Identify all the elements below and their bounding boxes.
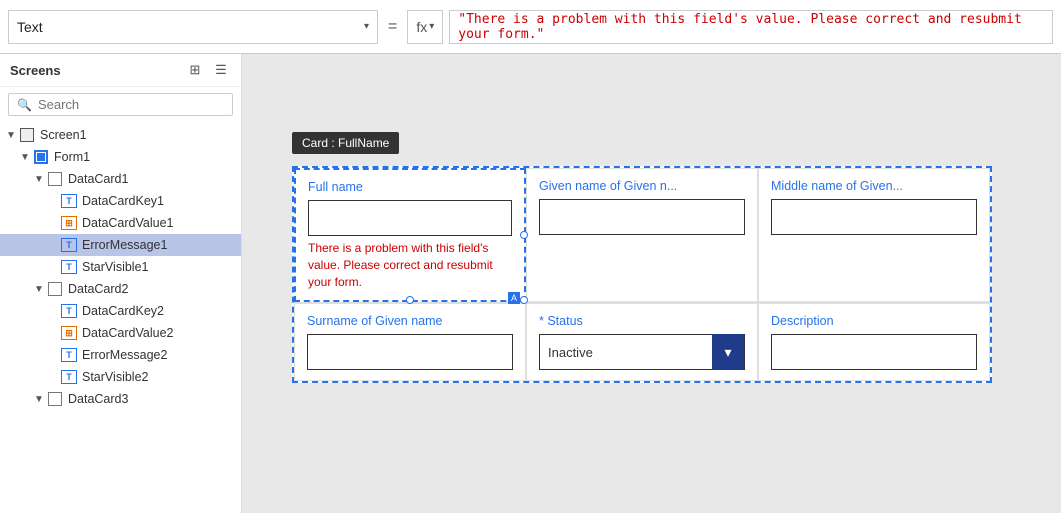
sidebar-header-icons: ⊞ ☰ [185,62,231,78]
tree-item-datacard2[interactable]: ▼ DataCard2 [0,278,241,300]
tree-label-starvisible2: StarVisible2 [82,370,148,384]
card-tooltip: Card : FullName [292,132,399,154]
fx-label: fx [416,19,427,35]
datacard2-icon [46,281,64,297]
tree-item-datacardkey1[interactable]: T DataCardKey1 [0,190,241,212]
sidebar-title: Screens [10,63,61,78]
label-surname: Surname of Given name [307,314,513,328]
sidebar-header: Screens ⊞ ☰ [0,54,241,87]
expand-form1[interactable]: ▼ [18,152,32,163]
form-cell-surname[interactable]: Surname of Given name [294,303,526,381]
tree-item-datacardvalue2[interactable]: ⊞ DataCardValue2 [0,322,241,344]
form-cell-description[interactable]: Description [758,303,990,381]
dcvalue-icon: ⊞ [60,215,78,231]
tree-item-form1[interactable]: ▼ Form1 [0,146,241,168]
expand-starvisible1 [46,262,60,273]
tree-label-errormessage1: ErrorMessage1 [82,238,167,252]
input-description[interactable] [771,334,977,370]
tree-item-starvisible2[interactable]: T StarVisible2 [0,366,241,388]
tree-item-datacardvalue1[interactable]: ⊞ DataCardValue1 [0,212,241,234]
dcvalue2-icon: ⊞ [60,325,78,341]
text-icon: T [60,193,78,209]
tree-label-screen1: Screen1 [40,128,87,142]
status-select[interactable]: Inactive ▾ [539,334,745,370]
label-givenname: Given name of Given n... [539,179,745,193]
tree-label-datacardkey1: DataCardKey1 [82,194,164,208]
expand-starvisible2 [46,372,60,383]
expand-datacardvalue2 [46,328,60,339]
input-middlename[interactable] [771,199,977,235]
tree-item-datacard1[interactable]: ▼ DataCard1 [0,168,241,190]
expand-datacardkey2 [46,306,60,317]
expand-datacard2[interactable]: ▼ [32,284,46,295]
datacard-icon [46,171,64,187]
chevron-down-icon: ▾ [364,21,369,32]
tree-item-datacardkey2[interactable]: T DataCardKey2 [0,300,241,322]
grid-view-icon[interactable]: ⊞ [185,62,205,78]
expand-datacardkey1 [46,196,60,207]
toolbar: Text ▾ = fx ▾ "There is a problem with t… [0,0,1061,54]
tree-label-datacardvalue1: DataCardValue1 [82,216,174,230]
form-cell-status[interactable]: * Status Inactive ▾ [526,303,758,381]
list-view-icon[interactable]: ☰ [211,62,231,78]
sidebar: Screens ⊞ ☰ 🔍 ▼ Screen1 ▼ Form1 [0,54,242,513]
tree-label-starvisible1: StarVisible1 [82,260,148,274]
text-icon4: T [60,369,78,385]
expand-errormessage2 [46,350,60,361]
property-select[interactable]: Text ▾ [8,10,378,44]
tree: ▼ Screen1 ▼ Form1 ▼ DataCard1 T DataCard… [0,122,241,513]
tree-label-datacard1: DataCard1 [68,172,128,186]
resize-handle-bottom-left[interactable] [406,296,414,304]
fx-chevron-icon: ▾ [429,21,434,32]
input-fullname[interactable] [308,200,512,236]
status-select-value: Inactive [540,345,712,360]
tree-item-datacard3[interactable]: ▼ DataCard3 [0,388,241,410]
tree-label-datacardkey2: DataCardKey2 [82,304,164,318]
tree-label-form1: Form1 [54,150,90,164]
tree-item-starvisible1[interactable]: T StarVisible1 [0,256,241,278]
form-icon [32,149,50,165]
error-fullname: There is a problem with this field's val… [308,240,512,290]
canvas[interactable]: Card : FullName Full name There is a pro… [242,54,1061,513]
formula-value: "There is a problem with this field's va… [458,12,1044,42]
label-fullname: Full name [308,180,512,194]
text-icon: T [60,259,78,275]
formula-bar[interactable]: "There is a problem with this field's va… [449,10,1053,44]
expand-datacard3[interactable]: ▼ [32,394,46,405]
label-status: * Status [539,314,745,328]
sidebar-search-bar[interactable]: 🔍 [8,93,233,116]
tree-item-screen1[interactable]: ▼ Screen1 [0,124,241,146]
search-input[interactable] [38,97,224,112]
label-description: Description [771,314,977,328]
input-givenname[interactable] [539,199,745,235]
fx-button[interactable]: fx ▾ [407,10,443,44]
input-surname[interactable] [307,334,513,370]
search-icon: 🔍 [17,98,32,112]
tree-label-datacardvalue2: DataCardValue2 [82,326,174,340]
label-middlename: Middle name of Given... [771,179,977,193]
expand-errormessage1 [46,240,60,251]
expand-datacard1[interactable]: ▼ [32,174,46,185]
tree-item-errormessage2[interactable]: T ErrorMessage2 [0,344,241,366]
tree-label-datacard2: DataCard2 [68,282,128,296]
text-icon2: T [60,303,78,319]
resize-handle-mid-right[interactable] [520,231,528,239]
expand-screen1[interactable]: ▼ [4,130,18,141]
datacard3-icon [46,391,64,407]
text-icon3: T [60,347,78,363]
expand-datacardvalue1 [46,218,60,229]
form-cell-middlename[interactable]: Middle name of Given... [758,168,990,302]
property-select-value: Text [17,19,356,35]
tree-item-errormessage1[interactable]: T ErrorMessage1 [0,234,241,256]
status-dropdown-arrow[interactable]: ▾ [712,334,744,370]
text-icon: T [60,237,78,253]
equals-symbol: = [384,18,401,36]
form-cell-fullname[interactable]: Full name There is a problem with this f… [294,168,526,302]
resize-label: A [508,292,520,304]
screen-icon [18,127,36,143]
main-layout: Screens ⊞ ☰ 🔍 ▼ Screen1 ▼ Form1 [0,54,1061,513]
tree-label-errormessage2: ErrorMessage2 [82,348,167,362]
tree-label-datacard3: DataCard3 [68,392,128,406]
form-cell-givenname[interactable]: Given name of Given n... [526,168,758,302]
